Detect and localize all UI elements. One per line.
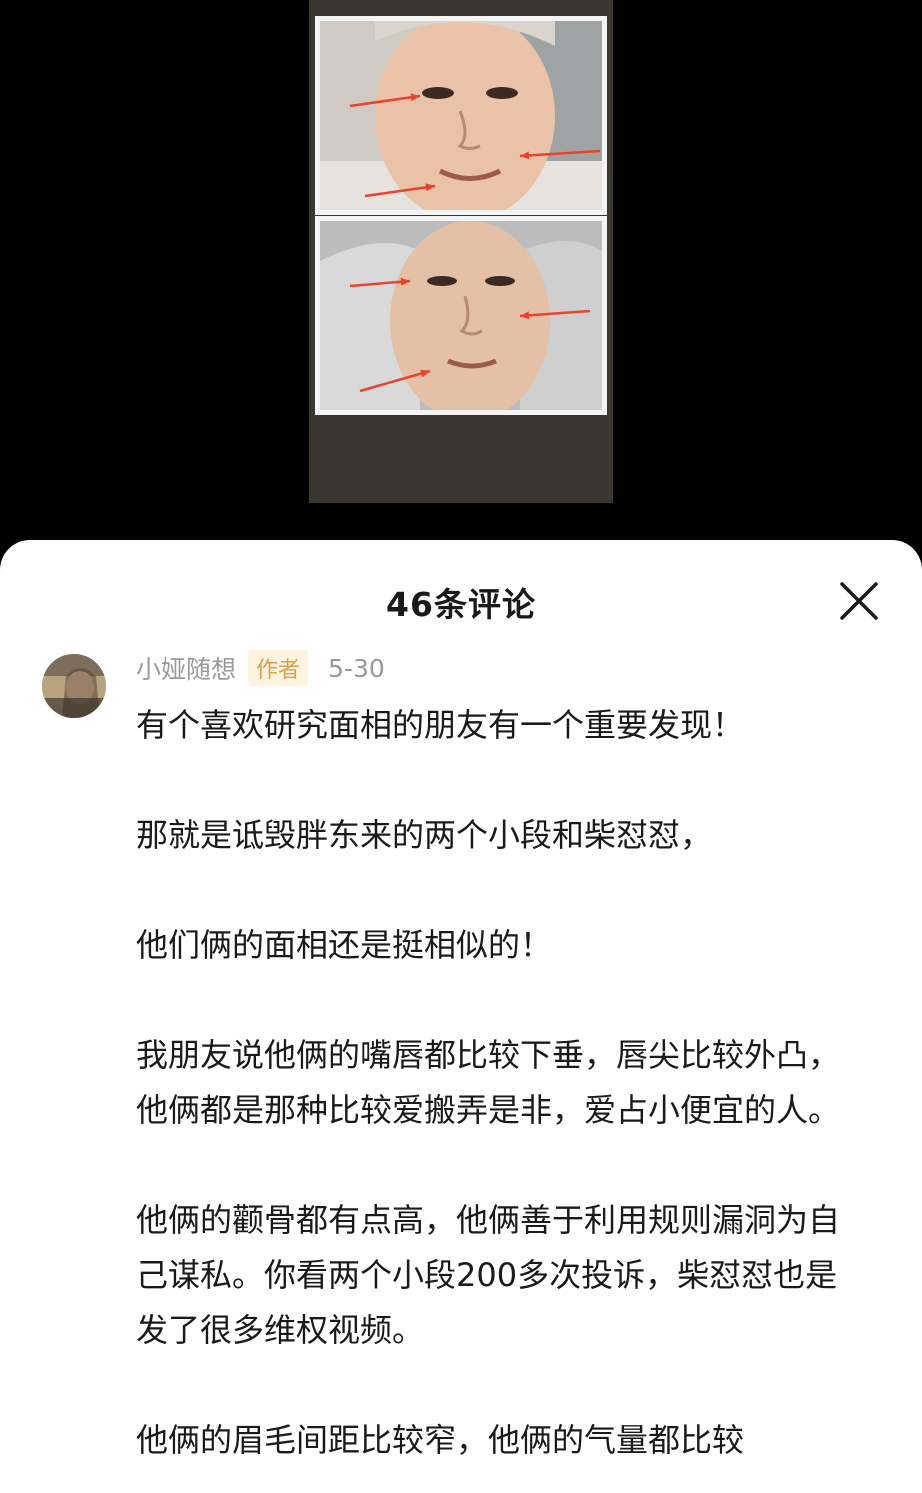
- avatar[interactable]: [42, 654, 106, 718]
- comment-paragraph: 那就是诋毁胖东来的两个小段和柴怼怼，: [136, 816, 713, 854]
- comment-paragraph: 他们俩的面相还是挺相似的！: [136, 926, 553, 964]
- comment-paragraph: 他俩的颧骨都有点高，他俩善于利用规则漏洞为自己谋私。你看两个小段200多次投诉，…: [136, 1201, 841, 1349]
- face-photo-bottom: [315, 216, 607, 415]
- author-badge: 作者: [248, 650, 309, 686]
- comment-date: 5-30: [328, 653, 385, 683]
- comment-meta: 小娅随想 作者 5-30: [136, 650, 385, 686]
- comment-paragraph: 我朋友说他俩的嘴唇都比较下垂，唇尖比较外凸，他俩都是那种比较爱搬弄是非，爱占小便…: [136, 1036, 841, 1129]
- close-icon[interactable]: [836, 578, 882, 624]
- face-photo-top: [315, 16, 607, 215]
- comment-text: 有个喜欢研究面相的朋友有一个重要发现！ 那就是诋毁胖东来的两个小段和柴怼怼， 他…: [136, 698, 866, 1493]
- comment-paragraph: 他俩的眉毛间距比较窄，他俩的气量都比较: [136, 1421, 745, 1459]
- comments-count-title: 46条评论: [386, 585, 536, 624]
- comments-sheet: 46条评论 小娅随想 作者 5-30 有个喜欢研究面相的朋友有一个重要发现！ 那…: [0, 540, 922, 1493]
- media-viewer: [0, 0, 922, 560]
- author-name[interactable]: 小娅随想: [136, 650, 236, 686]
- post-image[interactable]: [309, 0, 613, 503]
- comment-paragraph: 有个喜欢研究面相的朋友有一个重要发现！: [136, 706, 745, 744]
